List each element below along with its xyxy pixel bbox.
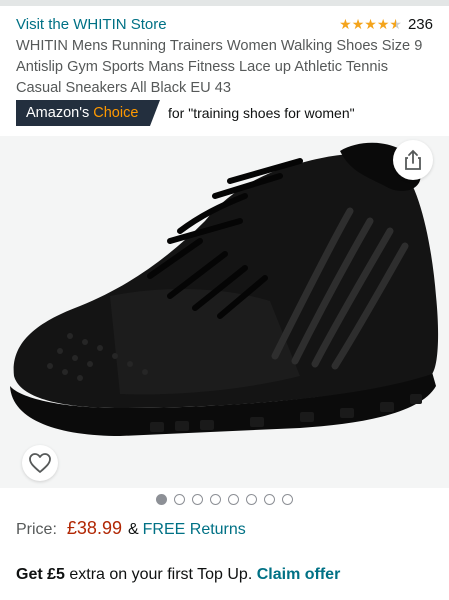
product-image [10,142,439,436]
star-icon: ★ [376,16,390,32]
badge-prefix: Amazon's [26,105,90,121]
offer-text: extra on your first Top Up. [64,566,257,583]
choice-query: for "training shoes for women" [168,105,355,121]
amazons-choice-badge: Amazon's Choice [16,100,160,126]
wishlist-button[interactable] [22,445,58,481]
top-up-offer: Get £5 extra on your first Top Up. Claim… [16,566,340,584]
product-image-gallery[interactable] [0,136,449,488]
badge-accent: Choice [93,105,139,121]
image-pagination [0,494,449,508]
star-icon: ★ [351,16,365,32]
price-row: Price: £38.99 & FREE Returns [16,518,246,542]
rating-count: 236 [407,15,433,33]
top-divider [0,0,449,6]
share-icon [405,149,421,170]
free-returns-link[interactable]: FREE Returns [143,521,246,539]
pagination-dot-7[interactable] [264,494,275,505]
star-icon: ★ [364,16,377,32]
price-label: Price: [16,521,57,538]
share-button[interactable] [393,140,433,180]
pagination-dot-1[interactable] [156,494,167,505]
pagination-dot-6[interactable] [246,494,257,505]
half-star-icon: ★ [389,16,402,32]
pagination-dot-3[interactable] [192,494,203,505]
heart-icon [29,453,51,473]
offer-amount: Get £5 [16,566,65,583]
store-link[interactable]: Visit the WHITIN Store [16,16,167,33]
product-title: WHITIN Mens Running Trainers Women Walki… [16,38,423,96]
amazons-choice-row: Amazon's Choice for "training shoes for … [16,100,355,126]
pagination-dot-8[interactable] [282,494,293,505]
claim-offer-link[interactable]: Claim offer [257,566,341,583]
price-value: £38.99 [66,518,122,538]
pagination-dot-2[interactable] [174,494,185,505]
store-row: Visit the WHITIN Store ★ ★ ★ ★ ★ 236 [16,14,433,34]
rating[interactable]: ★ ★ ★ ★ ★ 236 [339,16,433,33]
price-ampersand: & [127,521,139,538]
star-icon: ★ [339,16,352,32]
pagination-dot-4[interactable] [210,494,221,505]
rating-stars: ★ ★ ★ ★ ★ [339,17,402,31]
pagination-dot-5[interactable] [228,494,239,505]
